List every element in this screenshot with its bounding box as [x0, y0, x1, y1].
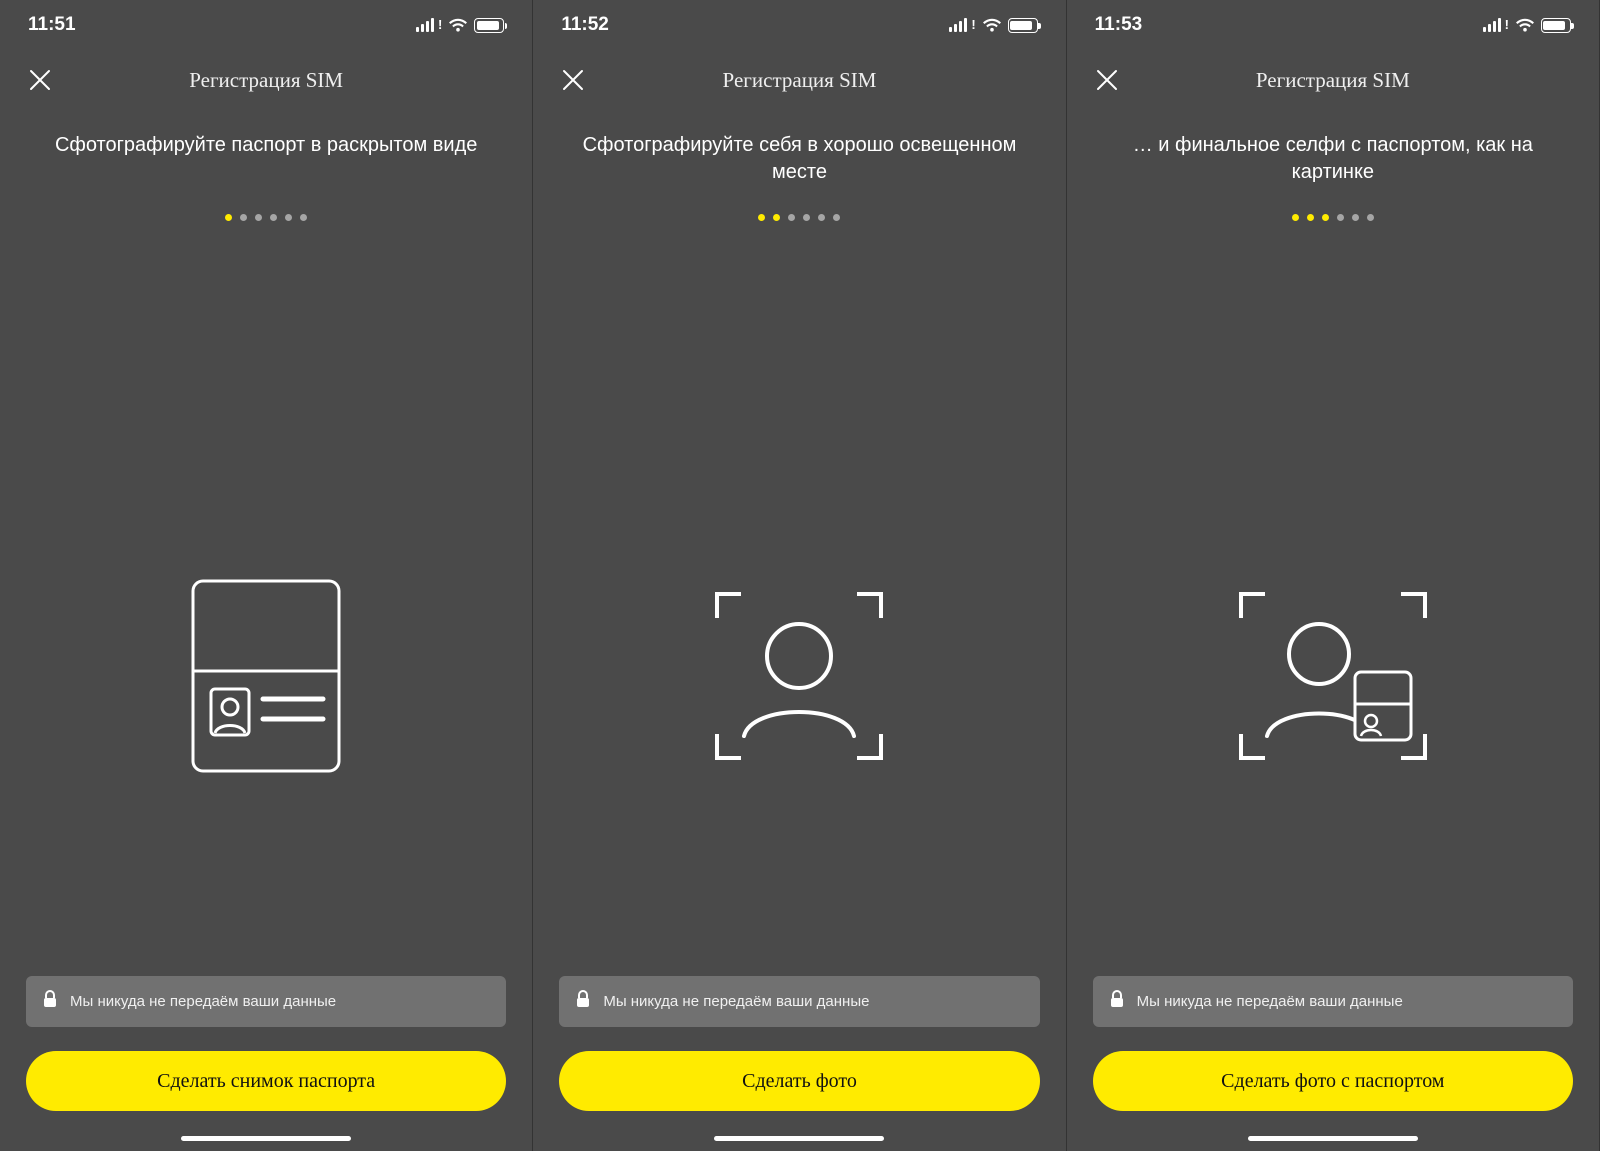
status-bar: 11:52 !	[533, 0, 1065, 50]
instruction-text: Сфотографируйте паспорт в раскрытом виде	[0, 110, 532, 206]
battery-icon	[1541, 18, 1571, 33]
take-passport-photo-button[interactable]: Сделать снимок паспорта	[26, 1051, 506, 1111]
step-dot	[773, 214, 780, 221]
nav-bar: Регистрация SIM	[0, 50, 532, 110]
privacy-note: Мы никуда не передаём ваши данные	[559, 976, 1039, 1027]
home-indicator[interactable]	[181, 1136, 351, 1141]
step-dot	[758, 214, 765, 221]
close-icon	[1095, 68, 1119, 92]
step-dot	[240, 214, 247, 221]
close-icon	[561, 68, 585, 92]
instruction-text: Сфотографируйте себя в хорошо освещенном…	[533, 110, 1065, 206]
instruction-text: … и финальное селфи с паспортом, как на …	[1067, 110, 1599, 206]
page-title: Регистрация SIM	[1067, 68, 1599, 93]
step-dot	[1352, 214, 1359, 221]
step-dot	[1337, 214, 1344, 221]
step-dot	[270, 214, 277, 221]
step-dots	[533, 214, 1065, 221]
step-dot	[833, 214, 840, 221]
nav-bar: Регистрация SIM	[1067, 50, 1599, 110]
status-right: !	[1483, 18, 1571, 33]
wifi-icon	[448, 18, 468, 33]
status-bar: 11:53 !	[1067, 0, 1599, 50]
step-dot	[818, 214, 825, 221]
step-dot	[803, 214, 810, 221]
privacy-text: Мы никуда не передаём ваши данные	[70, 993, 336, 1010]
status-right: !	[949, 18, 1037, 33]
home-indicator[interactable]	[714, 1136, 884, 1141]
status-time: 11:53	[1095, 14, 1143, 36]
status-bar: 11:51 !	[0, 0, 532, 50]
step-dots	[1067, 214, 1599, 221]
step-dot	[788, 214, 795, 221]
status-time: 11:51	[28, 14, 76, 36]
page-title: Регистрация SIM	[0, 68, 532, 93]
close-icon	[28, 68, 52, 92]
lock-icon	[42, 990, 58, 1013]
footer: Мы никуда не передаём ваши данные Сделат…	[533, 976, 1065, 1151]
status-right: !	[416, 18, 504, 33]
cellular-icon: !	[1483, 18, 1509, 32]
step-dots	[0, 214, 532, 221]
close-button[interactable]	[1091, 64, 1123, 96]
footer: Мы никуда не передаём ваши данные Сделат…	[1067, 976, 1599, 1151]
take-photo-button[interactable]: Сделать фото	[559, 1051, 1039, 1111]
home-indicator[interactable]	[1248, 1136, 1418, 1141]
privacy-text: Мы никуда не передаём ваши данные	[603, 993, 869, 1010]
step-dot	[300, 214, 307, 221]
step-dot	[1367, 214, 1374, 221]
screen-2: 11:52 ! Регистрация SIM Сфотографируйте …	[533, 0, 1066, 1151]
step-dot	[1292, 214, 1299, 221]
step-dot	[225, 214, 232, 221]
footer: Мы никуда не передаём ваши данные Сделат…	[0, 976, 532, 1151]
battery-icon	[474, 18, 504, 33]
nav-bar: Регистрация SIM	[533, 50, 1065, 110]
page-title: Регистрация SIM	[533, 68, 1065, 93]
step-dot	[255, 214, 262, 221]
take-photo-with-passport-button[interactable]: Сделать фото с паспортом	[1093, 1051, 1573, 1111]
cellular-icon: !	[949, 18, 975, 32]
privacy-text: Мы никуда не передаём ваши данные	[1137, 993, 1403, 1010]
close-button[interactable]	[557, 64, 589, 96]
battery-icon	[1008, 18, 1038, 33]
status-time: 11:52	[561, 14, 609, 36]
cellular-icon: !	[416, 18, 442, 32]
step-dot	[1307, 214, 1314, 221]
privacy-note: Мы никуда не передаём ваши данные	[26, 976, 506, 1027]
step-dot	[285, 214, 292, 221]
screen-3: 11:53 ! Регистрация SIM … и финальное се…	[1067, 0, 1600, 1151]
step-dot	[1322, 214, 1329, 221]
wifi-icon	[982, 18, 1002, 33]
lock-icon	[575, 990, 591, 1013]
close-button[interactable]	[24, 64, 56, 96]
screen-1: 11:51 ! Регистрация SIM Сфотографируйте …	[0, 0, 533, 1151]
wifi-icon	[1515, 18, 1535, 33]
lock-icon	[1109, 990, 1125, 1013]
privacy-note: Мы никуда не передаём ваши данные	[1093, 976, 1573, 1027]
